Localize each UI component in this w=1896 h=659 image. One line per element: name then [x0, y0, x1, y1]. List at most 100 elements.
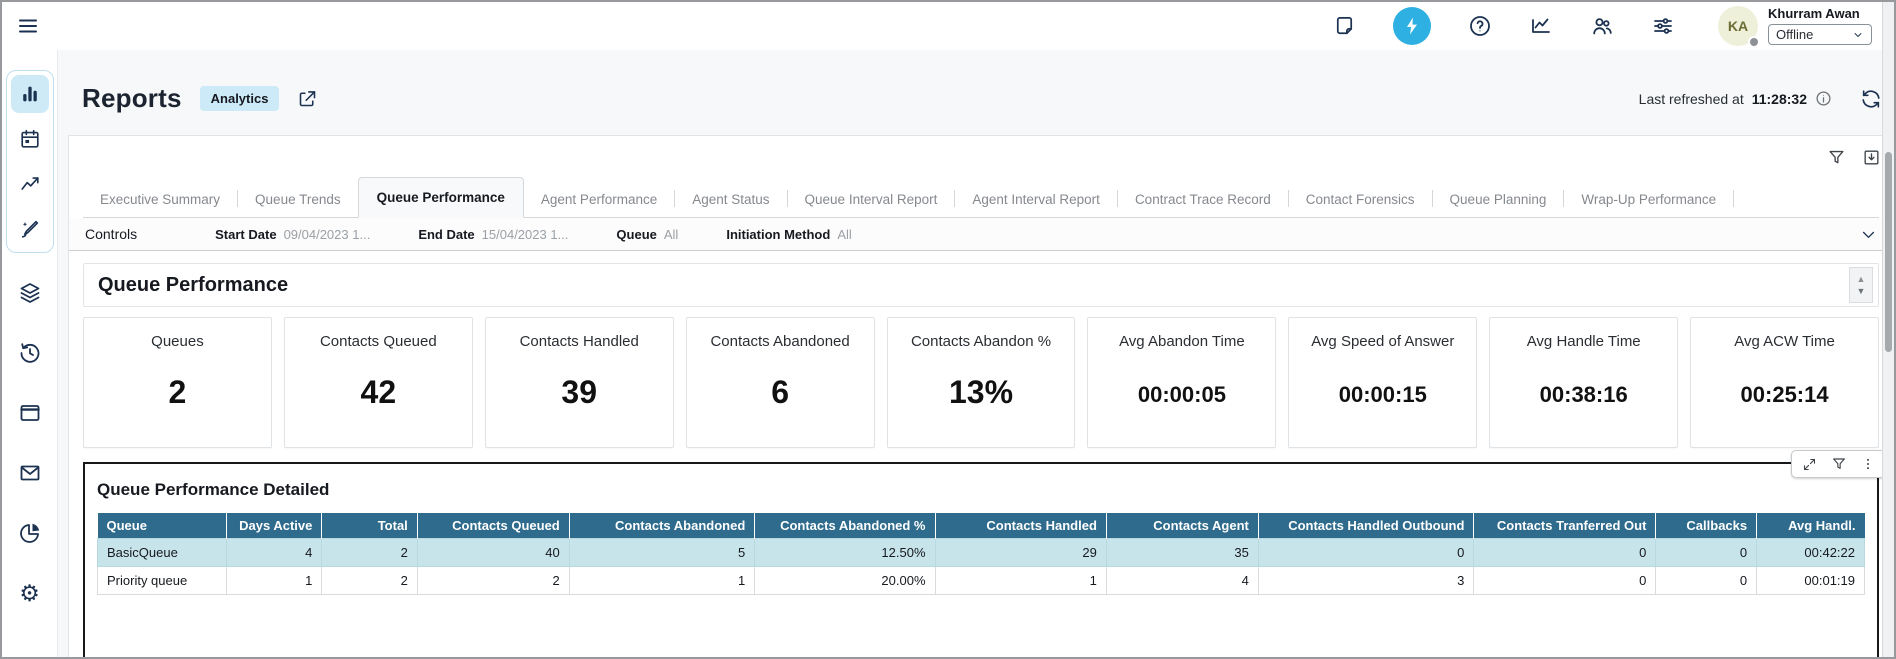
widget-filter-funnel-icon[interactable]	[1831, 456, 1847, 472]
tab-agent-status[interactable]: Agent Status	[675, 182, 786, 217]
report-tabs: Executive Summary Queue Trends Queue Per…	[83, 176, 1879, 218]
tab-executive-summary[interactable]: Executive Summary	[83, 182, 237, 217]
analytics-badge: Analytics	[200, 86, 280, 111]
tab-queue-interval-report[interactable]: Queue Interval Report	[788, 182, 955, 217]
topbar-actions: KA Khurram Awan Offline	[1333, 6, 1878, 46]
col-contacts-abandoned-pct[interactable]: Contacts Abandoned %	[755, 513, 935, 539]
card-corner-tools	[1827, 148, 1881, 167]
sidebar-analytics-group	[6, 70, 54, 253]
user-name: Khurram Awan	[1768, 6, 1872, 21]
help-icon[interactable]	[1468, 14, 1492, 38]
control-start-date[interactable]: Start Date 09/04/2023 1...	[215, 227, 370, 242]
col-callbacks[interactable]: Callbacks	[1656, 513, 1757, 539]
kpi-avg-handle-time: Avg Handle Time00:38:16	[1489, 317, 1678, 448]
avatar[interactable]: KA	[1718, 6, 1758, 46]
tab-agent-performance[interactable]: Agent Performance	[524, 182, 674, 217]
col-contacts-abandoned[interactable]: Contacts Abandoned	[569, 513, 755, 539]
stepper-up-icon[interactable]: ▲	[1857, 275, 1866, 284]
sidebar-item-trends-line-chart-icon[interactable]	[11, 165, 49, 203]
status-dot	[1748, 36, 1760, 48]
tab-queue-trends[interactable]: Queue Trends	[238, 182, 358, 217]
kpi-contacts-queued: Contacts Queued42	[284, 317, 473, 448]
stepper-down-icon[interactable]: ▼	[1857, 287, 1866, 296]
col-queue[interactable]: Queue	[98, 513, 227, 539]
kebab-menu-icon[interactable]	[1861, 456, 1875, 472]
info-icon[interactable]	[1815, 90, 1832, 107]
col-contacts-handled-outbound[interactable]: Contacts Handled Outbound	[1258, 513, 1474, 539]
last-refreshed-time: 11:28:32	[1752, 91, 1807, 107]
kpi-contacts-abandon-pct: Contacts Abandon %13%	[887, 317, 1076, 448]
kpi-queues: Queues2	[83, 317, 272, 448]
kpi-row: Queues2 Contacts Queued42 Contacts Handl…	[83, 317, 1879, 448]
topbar: KA Khurram Awan Offline	[2, 2, 1894, 50]
col-contacts-tranferred-out[interactable]: Contacts Tranferred Out	[1474, 513, 1656, 539]
tab-agent-interval-report[interactable]: Agent Interval Report	[955, 182, 1117, 217]
page-header: Reports Analytics Last refreshed at 11:2…	[68, 50, 1894, 135]
main-content: Reports Analytics Last refreshed at 11:2…	[58, 50, 1894, 659]
metrics-icon[interactable]	[1529, 14, 1553, 38]
sidebar-item-browser-window-icon[interactable]	[10, 393, 50, 433]
filter-funnel-icon[interactable]	[1827, 148, 1846, 167]
control-end-date[interactable]: End Date 15/04/2023 1...	[418, 227, 568, 242]
tab-queue-planning[interactable]: Queue Planning	[1433, 182, 1564, 217]
report-card: Executive Summary Queue Trends Queue Per…	[68, 135, 1894, 659]
expand-icon[interactable]	[1802, 457, 1817, 472]
realtime-lightning-icon[interactable]	[1393, 7, 1431, 45]
tab-contact-forensics[interactable]: Contact Forensics	[1289, 182, 1432, 217]
widget-title: Queue Performance Detailed	[97, 480, 1865, 500]
download-icon[interactable]	[1862, 148, 1881, 167]
table-row-priority-queue[interactable]: Priority queue 1 2 2 1 20.00% 1 4 3 0 0	[98, 567, 1865, 595]
sidebar-item-pie-chart-icon[interactable]	[10, 513, 50, 553]
kpi-avg-acw-time: Avg ACW Time00:25:14	[1690, 317, 1879, 448]
col-contacts-handled[interactable]: Contacts Handled	[935, 513, 1106, 539]
queue-performance-detailed-widget[interactable]: Queue Performance Detailed Queue Days Ac…	[83, 462, 1879, 659]
table-row-basicqueue[interactable]: BasicQueue 4 2 40 5 12.50% 29 35 0 0 0	[98, 539, 1865, 567]
col-days-active[interactable]: Days Active	[226, 513, 321, 539]
control-queue[interactable]: Queue All	[616, 227, 678, 242]
avatar-initials: KA	[1728, 18, 1748, 34]
sidebar-item-mail-icon[interactable]	[10, 453, 50, 493]
kpi-contacts-abandoned: Contacts Abandoned6	[686, 317, 875, 448]
col-total[interactable]: Total	[322, 513, 417, 539]
controls-collapse-chevron-icon[interactable]	[1860, 226, 1877, 243]
page-title: Reports	[82, 83, 182, 114]
last-refreshed-label: Last refreshed at	[1639, 91, 1744, 107]
user-chip: KA Khurram Awan Offline	[1718, 6, 1872, 46]
col-avg-handle[interactable]: Avg Handl.	[1757, 513, 1865, 539]
sidebar-item-schedule-calendar-icon[interactable]	[11, 120, 49, 158]
sidebar-item-layers-icon[interactable]	[10, 273, 50, 313]
users-icon[interactable]	[1590, 14, 1614, 38]
vertical-scrollbar[interactable]	[1882, 2, 1894, 657]
scrollbar-thumb[interactable]	[1885, 152, 1892, 352]
kpi-contacts-handled: Contacts Handled39	[485, 317, 674, 448]
controls-bar: Controls Start Date 09/04/2023 1... End …	[69, 218, 1893, 251]
sliders-icon[interactable]	[1651, 14, 1675, 38]
sidebar-item-reports-bar-chart-icon[interactable]	[11, 75, 49, 113]
sidebar: ⚙	[2, 50, 58, 659]
widget-toolbar	[1791, 450, 1886, 478]
col-contacts-queued[interactable]: Contacts Queued	[417, 513, 569, 539]
sidebar-item-settings-gear-icon[interactable]: ⚙	[10, 573, 50, 613]
sidebar-item-history-icon[interactable]	[10, 333, 50, 373]
col-contacts-agent[interactable]: Contacts Agent	[1106, 513, 1258, 539]
tab-contract-trace-record[interactable]: Contract Trace Record	[1118, 182, 1288, 217]
tab-wrap-up-performance[interactable]: Wrap-Up Performance	[1564, 182, 1733, 217]
control-initiation-method[interactable]: Initiation Method All	[726, 227, 851, 242]
notes-icon[interactable]	[1333, 15, 1356, 38]
kpi-avg-abandon-time: Avg Abandon Time00:00:05	[1087, 317, 1276, 448]
table-header-row: Queue Days Active Total Contacts Queued …	[98, 513, 1865, 539]
controls-title: Controls	[85, 226, 137, 242]
section-title: Queue Performance	[98, 274, 288, 297]
sidebar-item-customize-brush-icon[interactable]	[11, 210, 49, 248]
status-select[interactable]: Offline	[1768, 24, 1872, 45]
refresh-icon[interactable]	[1860, 88, 1882, 110]
queue-performance-table: Queue Days Active Total Contacts Queued …	[97, 513, 1865, 595]
app-window: KA Khurram Awan Offline	[0, 0, 1896, 659]
status-select-value: Offline	[1776, 27, 1813, 42]
hamburger-menu-icon[interactable]	[16, 14, 40, 38]
refresh-status: Last refreshed at 11:28:32	[1639, 88, 1882, 110]
external-link-icon[interactable]	[297, 88, 318, 109]
section-heading-panel: Queue Performance ▲ ▼	[83, 263, 1879, 307]
section-stepper[interactable]: ▲ ▼	[1849, 267, 1873, 303]
tab-queue-performance[interactable]: Queue Performance	[358, 177, 524, 218]
